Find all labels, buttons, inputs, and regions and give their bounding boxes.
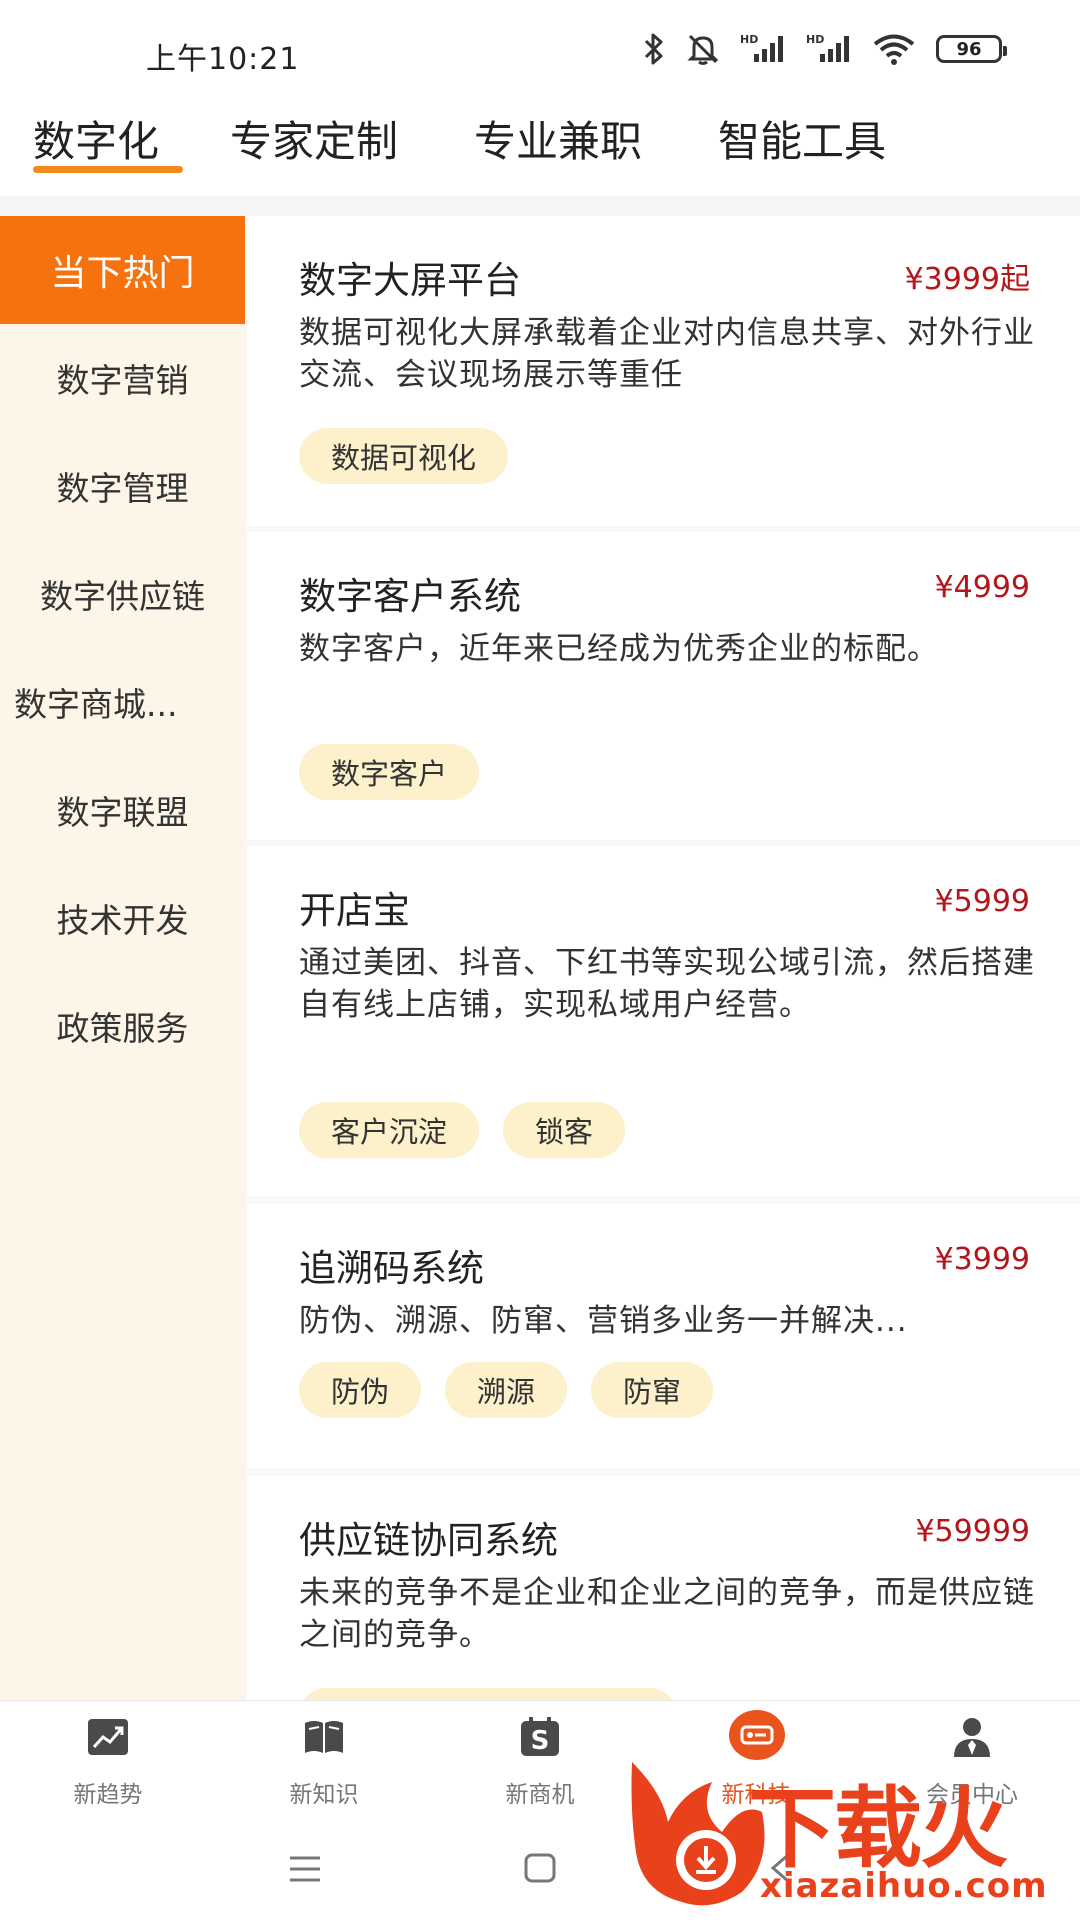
trend-icon [86,1715,130,1759]
status-icons: HD HD 96 [642,32,1007,66]
sidebar-item-alliance[interactable]: 数字联盟 [0,756,245,864]
mute-icon [686,32,720,66]
svg-text:HD: HD [740,33,758,46]
product-tags: 防伪 溯源 防窜 [299,1362,714,1418]
tag[interactable]: 数字客户 [299,744,480,800]
product-card[interactable]: 追溯码系统 ¥3999 防伪、溯源、防窜、营销多业务一并解决... 防伪 溯源 … [247,1204,1080,1468]
nav-business[interactable]: S 新商机 [432,1701,648,1815]
product-price: ¥59999 [915,1514,1030,1549]
nav-knowledge[interactable]: 新知识 [216,1701,432,1815]
nav-label: 新知识 [289,1782,359,1808]
product-price: ¥3999 [934,1242,1030,1277]
battery-icon: 96 [936,35,1007,63]
status-bar: 上午10:21 HD HD 96 [0,0,1080,100]
product-tags: 客户沉淀 锁客 [299,1102,626,1158]
product-title: 开店宝 [299,889,410,932]
product-desc: 未来的竞争不是企业和企业之间的竞争，而是供应链之间的竞争。 [299,1575,1035,1653]
sidebar-item-supply-chain[interactable]: 数字供应链 [0,540,245,648]
product-card[interactable]: 数字客户系统 ¥4999 数字客户，近年来已经成为优秀企业的标配。 数字客户 [247,532,1080,840]
product-price: ¥5999 [934,884,1030,919]
signal-hd-icon: HD [740,32,786,66]
svg-text:HD: HD [806,33,824,46]
tab-professional-parttime[interactable]: 专业兼职 [474,108,642,169]
tag-partial[interactable] [299,1688,677,1700]
nav-trend[interactable]: 新趋势 [0,1701,216,1815]
product-price: ¥3999起 [904,262,1030,297]
wifi-icon [872,32,916,66]
product-title: 追溯码系统 [299,1247,484,1290]
product-price: ¥4999 [934,570,1030,605]
sidebar-item-mall[interactable]: 数字商城... [0,648,245,756]
nav-label: 新商机 [505,1782,575,1808]
tag[interactable]: 溯源 [445,1362,568,1418]
sidebar-item-tech-dev[interactable]: 技术开发 [0,864,245,972]
watermark-url: xiazaihuo.com [760,1866,1048,1906]
menu-icon[interactable] [288,1854,322,1888]
battery-level: 96 [956,38,982,60]
tab-smart-tools[interactable]: 智能工具 [718,108,886,169]
product-desc: 数字客户，近年来已经成为优秀企业的标配。 [299,631,939,667]
product-card[interactable]: 开店宝 ¥5999 通过美团、抖音、下红书等实现公域引流，然后搭建自有线上店铺，… [247,846,1080,1196]
status-time: 上午10:21 [146,42,300,77]
product-list: 数字大屏平台 ¥3999起 数据可视化大屏承载着企业对内信息共享、对外行业交流、… [245,216,1080,1700]
product-desc: 通过美团、抖音、下红书等实现公域引流，然后搭建自有线上店铺，实现私域用户经营。 [299,945,1035,1023]
nav-label: 新趋势 [73,1782,143,1808]
book-icon [302,1715,346,1759]
tab-digital[interactable]: 数字化 [33,108,159,169]
product-card[interactable]: 供应链协同系统 ¥59999 未来的竞争不是企业和企业之间的竞争，而是供应链之间… [247,1476,1080,1700]
sidebar-item-management[interactable]: 数字管理 [0,432,245,540]
tag[interactable]: 数据可视化 [299,428,509,484]
product-card[interactable]: 数字大屏平台 ¥3999起 数据可视化大屏承载着企业对内信息共享、对外行业交流、… [247,216,1080,526]
tag[interactable]: 锁客 [503,1102,626,1158]
sidebar-item-hot[interactable]: 当下热门 [0,216,245,324]
product-tags: 数字客户 [299,744,480,800]
top-tabs: 数字化 专家定制 专业兼职 智能工具 [0,100,1080,196]
product-title: 数字客户系统 [299,575,521,618]
sidebar-item-marketing[interactable]: 数字营销 [0,324,245,432]
sidebar-item-policy[interactable]: 政策服务 [0,972,245,1080]
home-icon[interactable] [523,1852,557,1888]
product-title: 供应链协同系统 [299,1519,558,1562]
signal-hd-icon: HD [806,32,852,66]
tab-expert-custom[interactable]: 专家定制 [230,108,398,169]
tag[interactable]: 防窜 [591,1362,714,1418]
product-desc: 数据可视化大屏承载着企业对内信息共享、对外行业交流、会议现场展示等重任 [299,315,1035,393]
divider [0,196,1080,216]
product-title: 数字大屏平台 [299,259,521,302]
product-desc: 防伪、溯源、防窜、营销多业务一并解决... [299,1303,908,1339]
tag[interactable]: 防伪 [299,1362,422,1418]
bluetooth-icon [642,32,666,66]
business-icon: S [518,1715,562,1759]
tag[interactable]: 客户沉淀 [299,1102,480,1158]
product-tags [299,1688,677,1700]
active-tab-indicator [33,166,183,173]
product-tags: 数据可视化 [299,428,509,484]
category-sidebar: 当下热门 数字营销 数字管理 数字供应链 数字商城... 数字联盟 技术开发 政… [0,216,245,1700]
watermark-logo: 下载火 xiazaihuo.com [622,1752,1062,1912]
svg-text:S: S [531,1726,550,1756]
